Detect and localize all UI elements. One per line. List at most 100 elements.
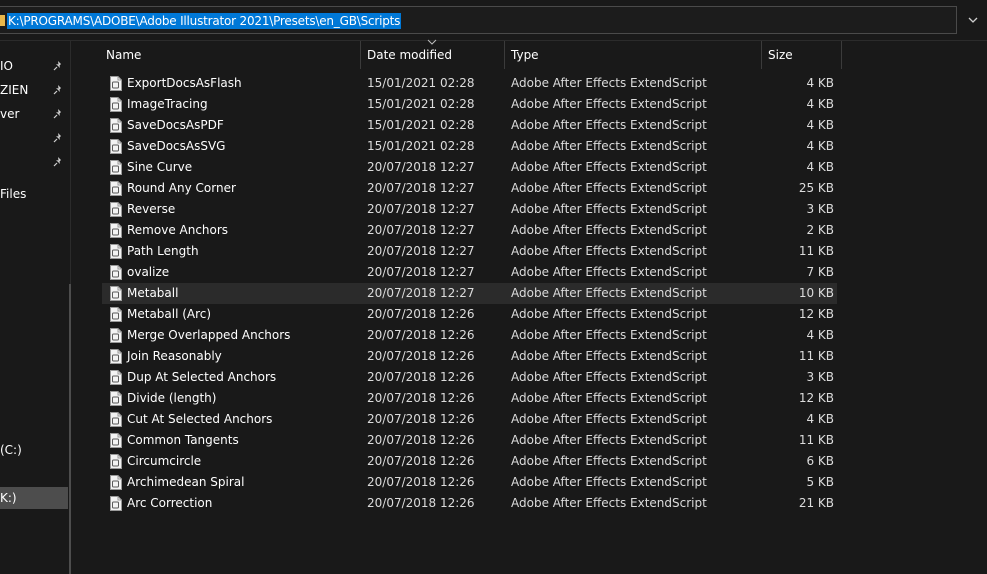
file-name-cell: Arc Correction [127,496,213,510]
file-row[interactable]: Divide (length) 20/07/2018 12:26 Adobe Aft… [102,388,837,409]
file-row[interactable]: Sine Curve 20/07/2018 12:27 Adobe After Ef… [102,157,837,178]
file-date-cell: 20/07/2018 12:26 [367,475,475,489]
file-name-cell: ExportDocsAsFlash [127,76,242,90]
file-row[interactable]: ovalize 20/07/2018 12:27 Adobe After Effec… [102,262,837,283]
file-type-cell: Adobe After Effects ExtendScript [511,202,707,216]
file-name-cell: Metaball (Arc) [127,307,212,321]
file-name-cell: Round Any Corner [127,181,236,195]
script-file-icon [110,328,122,343]
file-size-cell: 11 KB [798,349,834,363]
file-name-cell: Dup At Selected Anchors [127,370,277,384]
file-name-cell: Archimedean Spiral [127,475,245,489]
file-date-cell: 20/07/2018 12:27 [367,265,475,279]
pin-icon[interactable] [52,84,64,96]
nav-item-label: Files [0,187,27,201]
file-size-cell: 4 KB [806,412,834,426]
file-row[interactable]: ImageTracing 15/01/2021 02:28 Adobe After … [102,94,837,115]
file-type-cell: Adobe After Effects ExtendScript [511,223,707,237]
file-type-cell: Adobe After Effects ExtendScript [511,307,707,321]
script-file-icon [110,454,122,469]
file-row[interactable]: Dup At Selected Anchors 20/07/2018 12:26 A… [102,367,837,388]
file-type-cell: Adobe After Effects ExtendScript [511,475,707,489]
script-file-icon [110,349,122,364]
address-bar: K:\PROGRAMS\ADOBE\Adobe Illustrator 2021… [0,0,987,41]
script-file-icon [110,97,122,112]
file-row[interactable]: SaveDocsAsSVG 15/01/2021 02:28 Adobe After… [102,136,837,157]
script-file-icon [110,118,122,133]
file-size-cell: 4 KB [806,76,834,90]
nav-item[interactable]: ver [0,103,70,125]
file-row[interactable]: Round Any Corner 20/07/2018 12:27 Adobe Af… [102,178,837,199]
pin-icon[interactable] [52,156,64,168]
navigation-pane: IO ZIEN ver Files (C:) K:) [0,41,71,574]
file-size-cell: 10 KB [798,286,834,300]
file-row[interactable]: Reverse 20/07/2018 12:27 Adobe After Effec… [102,199,837,220]
file-date-cell: 20/07/2018 12:27 [367,202,475,216]
file-row[interactable]: Remove Anchors 20/07/2018 12:27 Adobe Afte… [102,220,837,241]
file-row[interactable]: SaveDocsAsPDF 15/01/2021 02:28 Adobe After… [102,115,837,136]
file-list-pane: Name Date modified Type Size ExportDocsA… [71,39,987,541]
address-field[interactable]: K:\PROGRAMS\ADOBE\Adobe Illustrator 2021… [0,6,957,34]
file-size-cell: 11 KB [798,433,834,447]
file-row[interactable]: Metaball (Arc) 20/07/2018 12:26 Adobe Afte… [102,304,837,325]
file-type-cell: Adobe After Effects ExtendScript [511,496,707,510]
folder-icon [0,15,5,26]
column-header-size-label: Size [768,48,793,62]
file-date-cell: 20/07/2018 12:27 [367,244,475,258]
pin-icon[interactable] [52,60,64,72]
file-date-cell: 20/07/2018 12:26 [367,328,475,342]
file-size-cell: 4 KB [806,97,834,111]
file-name-cell: Divide (length) [127,391,217,405]
file-name-cell: ImageTracing [127,97,208,111]
nav-item[interactable] [0,151,70,173]
file-row[interactable]: Cut At Selected Anchors 20/07/2018 12:26 A… [102,409,837,430]
file-row[interactable]: ExportDocsAsFlash 15/01/2021 02:28 Adobe A… [102,73,837,94]
file-name-cell: Sine Curve [127,160,193,174]
file-type-cell: Adobe After Effects ExtendScript [511,349,707,363]
column-header-type[interactable]: Type [505,41,762,69]
pin-icon[interactable] [52,108,64,120]
column-header-date[interactable]: Date modified [361,39,505,69]
file-size-cell: 5 KB [806,475,834,489]
column-header-size[interactable]: Size [762,41,842,69]
address-path-text[interactable]: K:\PROGRAMS\ADOBE\Adobe Illustrator 2021… [7,13,402,29]
file-date-cell: 20/07/2018 12:26 [367,496,475,510]
nav-item-label: K:) [0,491,17,505]
pin-icon[interactable] [52,132,64,144]
nav-item[interactable] [0,127,70,149]
file-row[interactable]: Archimedean Spiral 20/07/2018 12:26 Adobe … [102,472,837,493]
script-file-icon [110,244,122,259]
file-row[interactable]: Circumcircle 20/07/2018 12:26 Adobe After … [102,451,837,472]
file-type-cell: Adobe After Effects ExtendScript [511,97,707,111]
file-date-cell: 20/07/2018 12:26 [367,370,475,384]
file-type-cell: Adobe After Effects ExtendScript [511,328,707,342]
file-row[interactable]: Path Length 20/07/2018 12:27 Adobe After E… [102,241,837,262]
file-type-cell: Adobe After Effects ExtendScript [511,391,707,405]
file-row[interactable]: Merge Overlapped Anchors 20/07/2018 12:26… [102,325,837,346]
nav-item[interactable]: (C:) [0,439,70,461]
file-size-cell: 4 KB [806,139,834,153]
file-date-cell: 20/07/2018 12:26 [367,454,475,468]
file-date-cell: 20/07/2018 12:26 [367,433,475,447]
file-row[interactable]: Join Reasonably 20/07/2018 12:26 Adobe Aft… [102,346,837,367]
file-name-cell: Cut At Selected Anchors [127,412,273,426]
file-size-cell: 4 KB [806,160,834,174]
script-file-icon [110,412,122,427]
file-row[interactable]: Arc Correction 20/07/2018 12:26 Adobe Afte… [102,493,837,514]
column-header-name[interactable]: Name [100,41,361,69]
file-size-cell: 3 KB [806,370,834,384]
nav-item[interactable]: IO [0,55,70,77]
file-row[interactable]: Metaball 20/07/2018 12:27 Adobe After Effe… [102,283,837,304]
nav-item[interactable]: Files [0,183,70,205]
chevron-down-icon[interactable] [962,9,984,31]
file-row[interactable]: Common Tangents 20/07/2018 12:26 Adobe Aft… [102,430,837,451]
nav-item[interactable]: ZIEN [0,79,70,101]
file-date-cell: 20/07/2018 12:27 [367,286,475,300]
file-type-cell: Adobe After Effects ExtendScript [511,265,707,279]
file-type-cell: Adobe After Effects ExtendScript [511,244,707,258]
file-type-cell: Adobe After Effects ExtendScript [511,412,707,426]
script-file-icon [110,181,122,196]
file-type-cell: Adobe After Effects ExtendScript [511,286,707,300]
nav-item[interactable]: K:) [0,487,68,509]
file-name-cell: SaveDocsAsPDF [127,118,224,132]
